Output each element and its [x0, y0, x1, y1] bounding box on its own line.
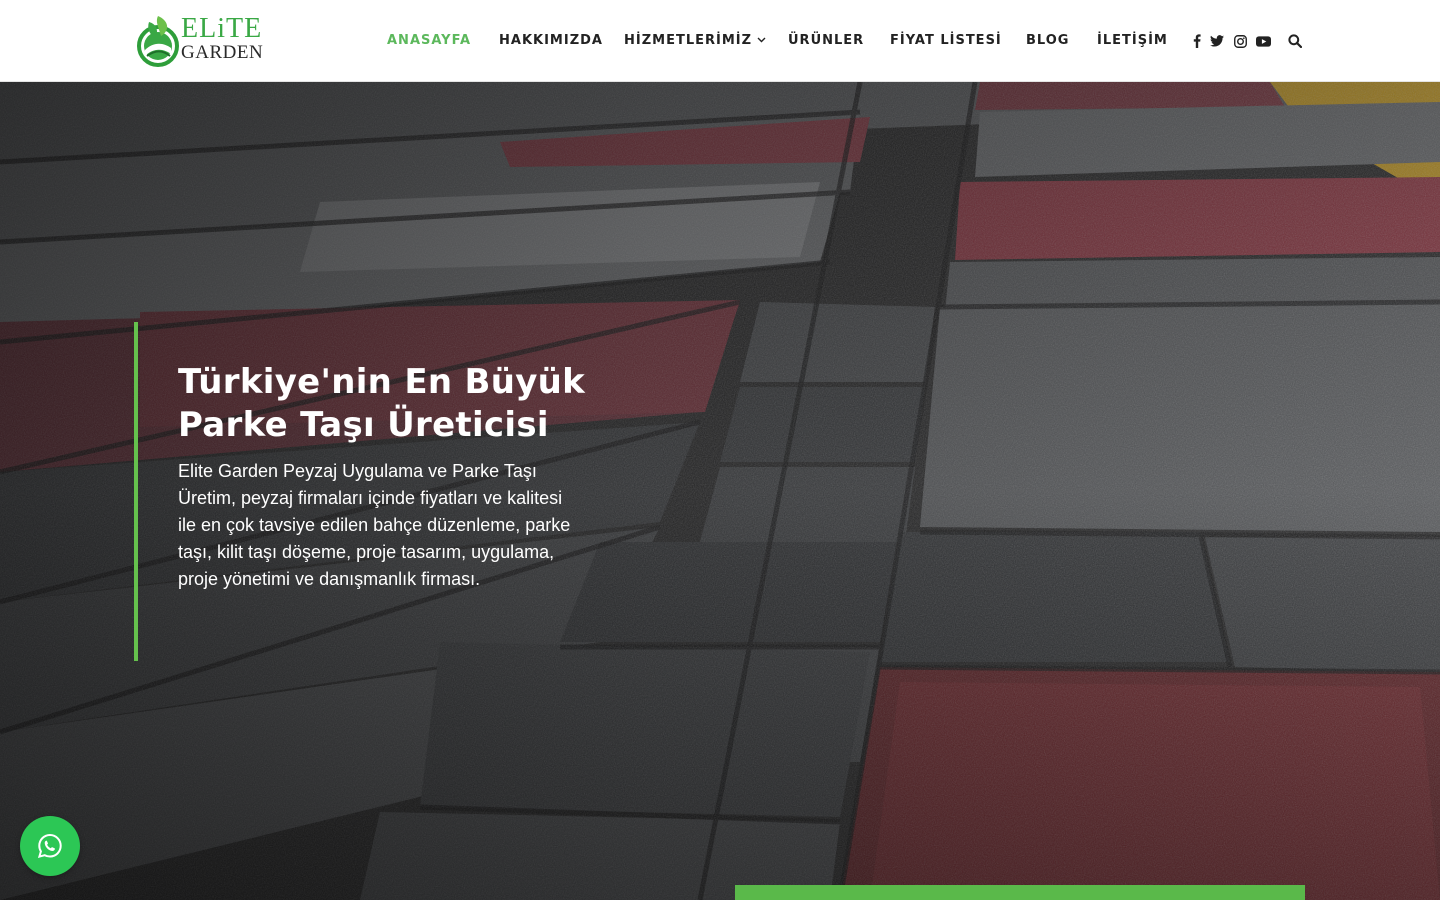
hero-description: Elite Garden Peyzaj Uygulama ve Parke Ta…	[178, 461, 571, 589]
main-nav: ANASAYFA HAKKIMIZDA HİZMETLERİMİZ ÜRÜNLE…	[0, 0, 1440, 82]
nav-item-iletisim[interactable]: İLETİŞİM	[1097, 31, 1168, 51]
site-header: ELiTE GARDEN ANASAYFA HAKKIMIZDA HİZMETL…	[0, 0, 1440, 82]
youtube-icon[interactable]	[1255, 31, 1271, 51]
facebook-icon[interactable]	[1189, 31, 1205, 51]
nav-item-fiyat-listesi[interactable]: FİYAT LİSTESİ	[890, 31, 1002, 51]
hero-section: Türkiye'nin En Büyük Parke Taşı Üreticis…	[0, 82, 1440, 900]
whatsapp-button[interactable]	[20, 816, 80, 876]
whatsapp-icon	[37, 833, 62, 859]
nav-item-hizmetlerimiz-label: HİZMETLERİMİZ	[624, 33, 753, 48]
search-icon[interactable]	[1287, 31, 1303, 51]
chevron-down-icon	[757, 37, 766, 43]
nav-item-urunler[interactable]: ÜRÜNLER	[788, 31, 864, 51]
nav-item-hizmetlerimiz[interactable]: HİZMETLERİMİZ	[624, 31, 766, 51]
instagram-icon[interactable]	[1232, 31, 1248, 51]
content-box-top-edge	[735, 885, 1305, 900]
nav-item-hakkimizda[interactable]: HAKKIMIZDA	[499, 31, 603, 51]
twitter-icon[interactable]	[1209, 31, 1225, 51]
nav-item-anasayfa[interactable]: ANASAYFA	[387, 31, 471, 51]
hero-title: Türkiye'nin En Büyük Parke Taşı Üreticis…	[178, 362, 586, 445]
hero-accent-bar	[134, 322, 138, 661]
nav-item-blog[interactable]: BLOG	[1026, 31, 1069, 51]
